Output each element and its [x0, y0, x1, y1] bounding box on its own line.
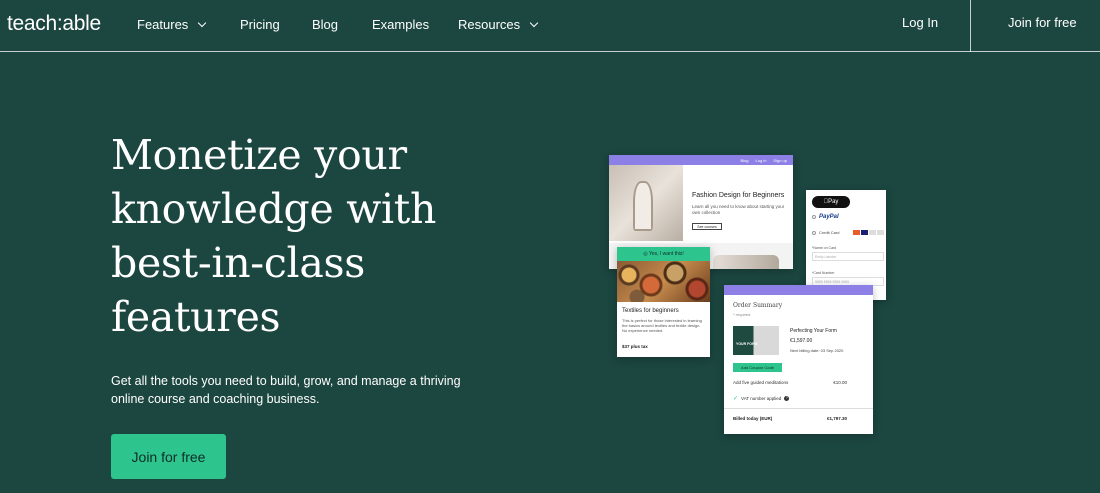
hero-title-line: best-in-class [111, 239, 365, 287]
order-summary-mockup: Order Summary * required YOUR FORM Perfe… [724, 285, 873, 434]
divider [724, 408, 873, 409]
required-note: * required [733, 312, 751, 317]
login-link[interactable]: Log In [902, 15, 938, 30]
course-description: Learn all you need to know about startin… [692, 204, 785, 215]
chevron-down-icon [529, 18, 539, 27]
card-logos-icon [853, 230, 884, 235]
product-description: This is perfect for those interested in … [622, 318, 702, 334]
paypal-label: PayPal [819, 214, 839, 220]
payment-mockup: Pay PayPal Credit Card *Name on Card Em… [806, 190, 886, 300]
name-on-card-field: Emily Lainder [812, 252, 884, 261]
hero-title-line: knowledge with [111, 185, 437, 233]
nav-divider [970, 0, 971, 52]
order-summary-heading: Order Summary [733, 302, 783, 309]
nav-examples[interactable]: Examples [372, 17, 429, 32]
next-billing-date: Next billing date: 03 Sep 2020 [790, 348, 844, 353]
nav-blog[interactable]: Blog [312, 17, 338, 32]
mockup-nav-bar: Blog Log in Sign up [609, 155, 793, 165]
mannequin-image [609, 165, 683, 241]
see-courses-button: See courses [692, 223, 722, 230]
textile-rolls-image [617, 261, 710, 302]
add-coupon-button: Add Coupon Code [733, 363, 782, 372]
addon-label: Add five guided meditations [733, 380, 789, 385]
nav-features-label: Features [137, 17, 189, 32]
want-this-badge: ◎ Yes, I want this! [617, 247, 710, 261]
vat-label: VAT number applied [741, 396, 782, 401]
apple-pay-button: Pay [812, 196, 850, 208]
addon-amount: €10.00 [833, 380, 847, 385]
radio-icon [812, 215, 816, 219]
nav-pricing[interactable]: Pricing [240, 17, 280, 32]
mockup-nav-item: Log in [755, 157, 767, 163]
credit-card-label: Credit Card [819, 230, 840, 235]
chevron-down-icon [198, 18, 207, 27]
nav-resources[interactable]: Resources [458, 17, 539, 32]
product-thumbnail [733, 326, 779, 355]
order-product-price: €1,597.00 [790, 338, 813, 344]
paypal-option: PayPal [812, 214, 839, 220]
checkmark-icon: ✓ [733, 396, 739, 402]
nav-resources-label: Resources [458, 17, 521, 32]
thumbnail-text: YOUR FORM [736, 342, 758, 346]
want-this-label: Yes, I want this! [648, 251, 684, 257]
hero-subtitle-line: Get all the tools you need to build, gro… [111, 374, 461, 388]
logo[interactable]: teach:able [7, 12, 101, 36]
hero-subtitle-line: online course and coaching business. [111, 392, 320, 406]
hero-title-line: features [111, 293, 281, 341]
nav-features[interactable]: Features [137, 17, 207, 32]
radio-icon [812, 230, 816, 235]
mockup-header-bar [724, 285, 873, 295]
join-nav-button[interactable]: Join for free [1008, 15, 1077, 30]
hero-subtitle: Get all the tools you need to build, gro… [111, 372, 471, 408]
top-nav: teach:able Features Pricing Blog Example… [0, 0, 1100, 52]
product-title: Textiles for beginners [622, 308, 679, 314]
credit-card-option: Credit Card [812, 230, 884, 235]
mockup-nav-item: Sign up [773, 157, 787, 163]
name-on-card-label: *Name on Card [812, 246, 837, 250]
total-amount: €1,797.30 [826, 416, 847, 421]
hero-title: Monetize your knowledge with best-in-cla… [111, 128, 511, 344]
info-icon: ? [784, 396, 790, 401]
vat-row: ✓ VAT number applied ? [733, 395, 790, 402]
product-card-mockup: ◎ Yes, I want this! Textiles for beginne… [617, 247, 710, 357]
total-label: Billed today (EUR) [733, 416, 773, 421]
mockup-nav-item: Blog [740, 157, 749, 163]
order-product-name: Perfecting Your Form [790, 328, 837, 334]
join-free-button[interactable]: Join for free [111, 434, 226, 479]
course-title: Fashion Design for Beginners [692, 192, 785, 199]
hero-title-line: Monetize your [111, 131, 407, 179]
card-number-label: *Card Number [812, 271, 835, 275]
product-price: $37 plus tax [622, 344, 648, 349]
